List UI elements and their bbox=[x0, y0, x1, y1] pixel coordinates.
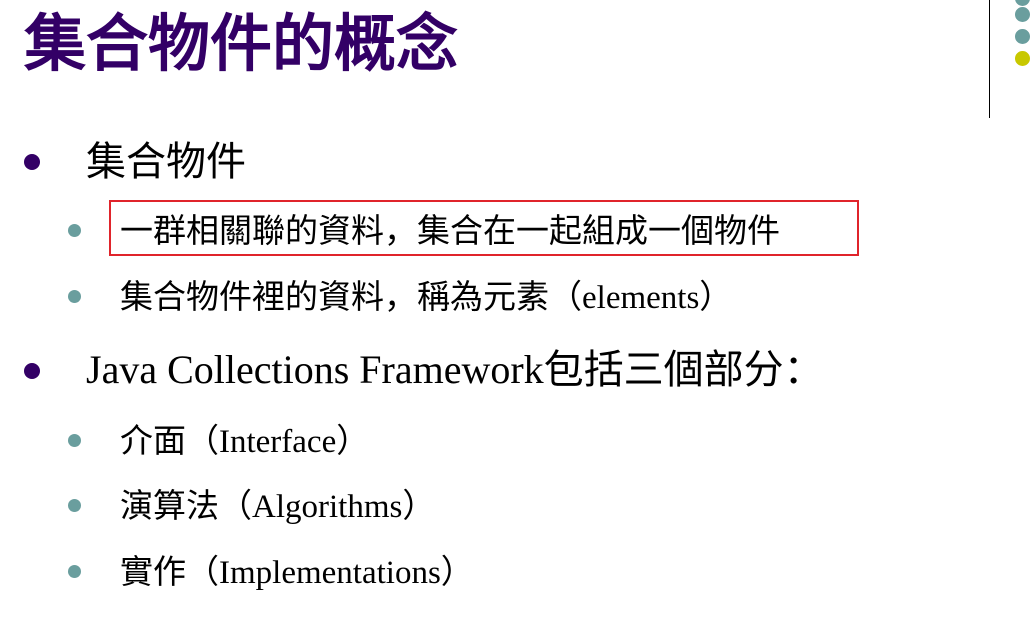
bullet-dot-icon bbox=[24, 363, 40, 379]
bullet-dot-icon bbox=[68, 290, 81, 303]
bullet-dot-icon bbox=[68, 224, 81, 237]
highlight-box bbox=[109, 200, 859, 256]
bullet-dot-icon bbox=[68, 565, 81, 578]
decorative-dot-accent bbox=[1015, 51, 1030, 66]
bullet-text: 集合物件 bbox=[86, 139, 246, 184]
bullet-dot-icon bbox=[24, 154, 40, 170]
decorative-dot bbox=[1015, 7, 1030, 22]
sub-bullet-text: 實作（Implementations） bbox=[120, 555, 474, 591]
sub-bullet-text: 介面（Interface） bbox=[120, 424, 370, 460]
sub-bullet-text: 集合物件裡的資料，稱為元素（elements） bbox=[120, 280, 733, 316]
slide-title: 集合物件的概念 bbox=[24, 7, 459, 80]
decorative-dot bbox=[1015, 29, 1030, 44]
bullet-text: Java Collections Framework包括三個部分： bbox=[86, 347, 824, 392]
decorative-divider-line bbox=[989, 0, 990, 118]
bullet-dot-icon bbox=[68, 499, 81, 512]
sub-bullet-text: 演算法（Algorithms） bbox=[120, 489, 436, 525]
bullet-dot-icon bbox=[68, 434, 81, 447]
decorative-dot bbox=[1015, 0, 1030, 6]
